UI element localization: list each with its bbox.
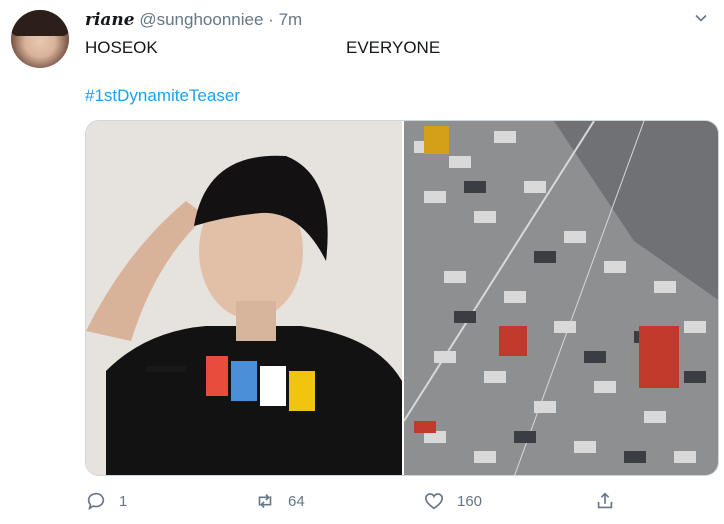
traffic-photo-illustration [404,121,718,475]
avatar-hair [11,10,69,36]
more-options-button[interactable] [688,8,714,28]
heart-icon [424,493,444,510]
tweet-actions: 1 64 160 [0,486,724,516]
user-handle[interactable]: @sunghoonniee [139,10,263,29]
tweet-header: riane @sunghoonniee · 7m [85,9,302,31]
like-count: 160 [457,492,483,510]
reply-button[interactable]: 1 [85,486,127,516]
timestamp[interactable]: 7m [279,10,303,29]
chevron-down-icon [695,14,707,22]
reply-icon [87,492,105,511]
media-photo-person[interactable] [86,121,402,475]
avatar[interactable] [11,10,69,68]
person-photo-illustration [86,121,402,475]
share-icon [597,492,613,509]
media-grid[interactable] [85,120,719,476]
retweet-button[interactable]: 64 [254,486,305,516]
media-photo-traffic[interactable] [404,121,718,475]
tweet-text-right: EVERYONE [346,38,441,57]
separator-dot: · [268,10,274,29]
hashtag-link[interactable]: #1stDynamiteTeaser [85,85,240,107]
display-name[interactable]: riane [85,10,135,30]
like-button[interactable]: 160 [423,486,482,516]
reply-count: 1 [119,492,128,510]
tweet-text-left: HOSEOK [85,38,158,57]
retweet-icon [258,493,272,509]
retweet-count: 64 [288,492,305,510]
share-button[interactable] [594,486,616,516]
tweet-text: HOSEOK EVERYONE [85,37,705,59]
